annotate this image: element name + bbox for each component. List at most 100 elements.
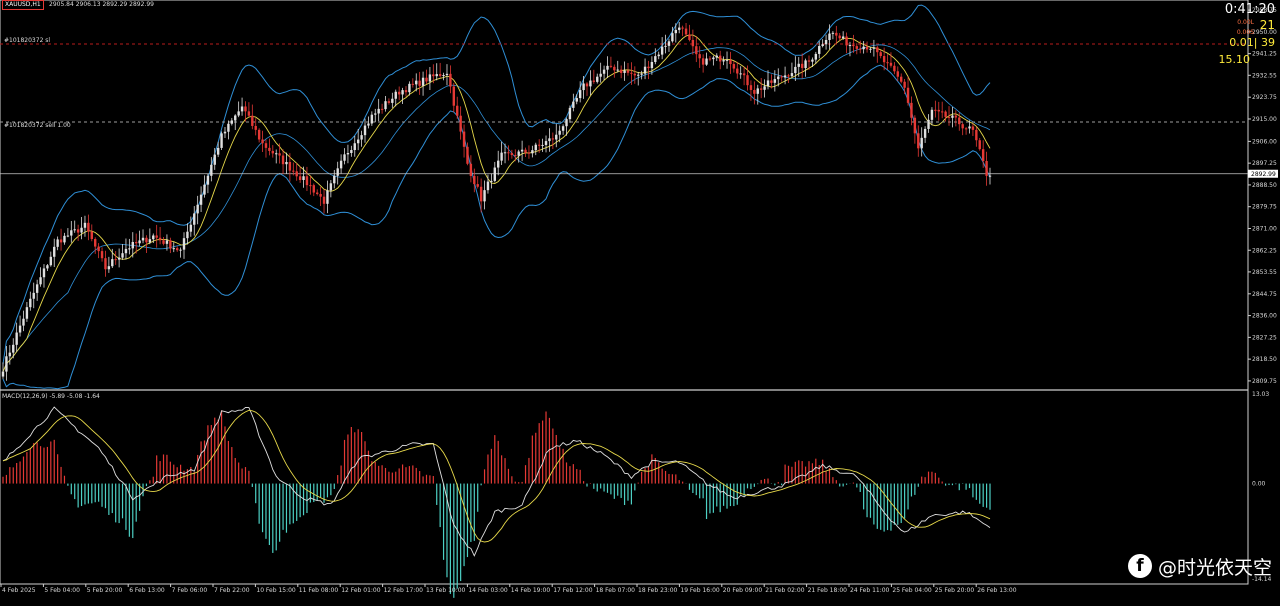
candle-body <box>152 235 155 240</box>
candle-body <box>794 66 797 74</box>
candle-body <box>773 79 777 83</box>
candle-body <box>968 126 971 129</box>
candle-body <box>558 130 561 135</box>
candle-body <box>814 53 818 60</box>
candle-body <box>654 56 657 62</box>
current-price-label: 2892.99 <box>1251 171 1276 178</box>
candle-body <box>251 115 254 126</box>
info-long-lots: 0.00L <box>1237 19 1254 26</box>
time-tick-label: 13 Feb 10:00 <box>426 587 466 594</box>
candle-body <box>391 98 394 103</box>
candle-body <box>848 44 852 46</box>
time-tick-label: 12 Feb 01:00 <box>341 587 381 594</box>
candle-body <box>397 91 401 95</box>
candle-body <box>401 90 404 95</box>
price-tick-label: 2879.75 <box>1252 204 1277 211</box>
price-chart-svg[interactable]: 2958.752950.002941.252932.552923.752915.… <box>0 0 1280 602</box>
candle-body <box>104 258 107 270</box>
candle-body <box>828 33 831 40</box>
candle-body <box>954 115 958 118</box>
candle-body <box>418 80 421 86</box>
candle-body <box>674 29 677 34</box>
candle-body <box>302 176 305 180</box>
candle-body <box>807 60 811 62</box>
candle-body <box>90 231 93 240</box>
candle-body <box>681 27 684 29</box>
candle-body <box>206 175 210 185</box>
candle-body <box>425 77 428 82</box>
level-label-sell: #101820372 sell 1.00 <box>4 122 71 129</box>
candle-body <box>411 83 415 85</box>
candle-body <box>162 240 165 244</box>
candle-body <box>606 65 609 70</box>
time-tick-label: 4 Feb 2025 <box>2 587 36 594</box>
candle-body <box>22 318 25 326</box>
candle-body <box>630 72 633 74</box>
candle-body <box>114 259 117 261</box>
candle-body <box>770 80 773 83</box>
candle-body <box>701 58 705 65</box>
candle-body <box>353 143 356 151</box>
candle-body <box>476 184 479 187</box>
candle-body <box>736 68 739 74</box>
candle-body <box>363 125 367 136</box>
candle-body <box>292 170 295 172</box>
time-tick-label: 10 Feb 15:00 <box>256 587 296 594</box>
candle-body <box>281 155 285 165</box>
candle-body <box>718 55 722 62</box>
price-tick-label: 2888.50 <box>1252 182 1277 189</box>
candle-body <box>459 115 462 132</box>
candle-body <box>729 59 732 65</box>
candle-body <box>42 268 46 278</box>
candle-body <box>322 196 326 204</box>
candle-body <box>660 46 664 55</box>
bollinger-middle-line <box>2 44 991 372</box>
time-tick-label: 17 Feb 12:00 <box>553 587 593 594</box>
candle-body <box>264 143 268 148</box>
candle-body <box>708 58 712 60</box>
candle-body <box>442 74 445 76</box>
candle-body <box>5 356 8 372</box>
candle-body <box>534 144 537 151</box>
chart-window[interactable]: 2958.75 2950.00 2941.25 2932.55 2923.75 2915.… <box>0 0 1280 602</box>
candle-body <box>886 62 889 64</box>
candle-body <box>456 105 459 116</box>
candle-body <box>596 76 599 82</box>
candle-body <box>285 162 288 165</box>
candle-body <box>777 76 780 80</box>
candle-body <box>131 242 134 249</box>
candle-body <box>63 235 66 243</box>
price-tick-label: 2923.75 <box>1252 94 1277 101</box>
candle-body <box>684 28 688 35</box>
candle-body <box>490 180 493 182</box>
candle-body <box>585 83 589 87</box>
candle-body <box>66 235 70 237</box>
candle-body <box>695 46 698 55</box>
candle-body <box>76 229 80 233</box>
candle-body <box>712 57 715 60</box>
candle-body <box>179 249 182 251</box>
candle-body <box>780 76 783 78</box>
candle-body <box>432 74 435 77</box>
candle-body <box>309 185 312 187</box>
candle-body <box>865 46 869 50</box>
candle-body <box>117 257 121 260</box>
candle-body <box>671 33 674 42</box>
candle-body <box>759 88 763 90</box>
candle-body <box>305 176 309 186</box>
candle-body <box>845 36 848 46</box>
candle-body <box>944 111 947 117</box>
price-tick-label: 2853.55 <box>1252 269 1277 276</box>
candle-body <box>978 140 981 150</box>
symbol-label[interactable]: XAUUSD,H1 <box>2 0 44 10</box>
candle-body <box>35 284 39 293</box>
candle-body <box>903 81 906 88</box>
candle-body <box>141 237 145 241</box>
macd-signal-line <box>2 409 991 543</box>
candle-body <box>749 85 753 90</box>
candle-body <box>855 46 859 49</box>
time-tick-label: 21 Feb 02:00 <box>765 587 805 594</box>
candle-body <box>910 102 913 118</box>
candle-body <box>633 73 637 76</box>
info-spread: 15.10 <box>1218 53 1251 66</box>
